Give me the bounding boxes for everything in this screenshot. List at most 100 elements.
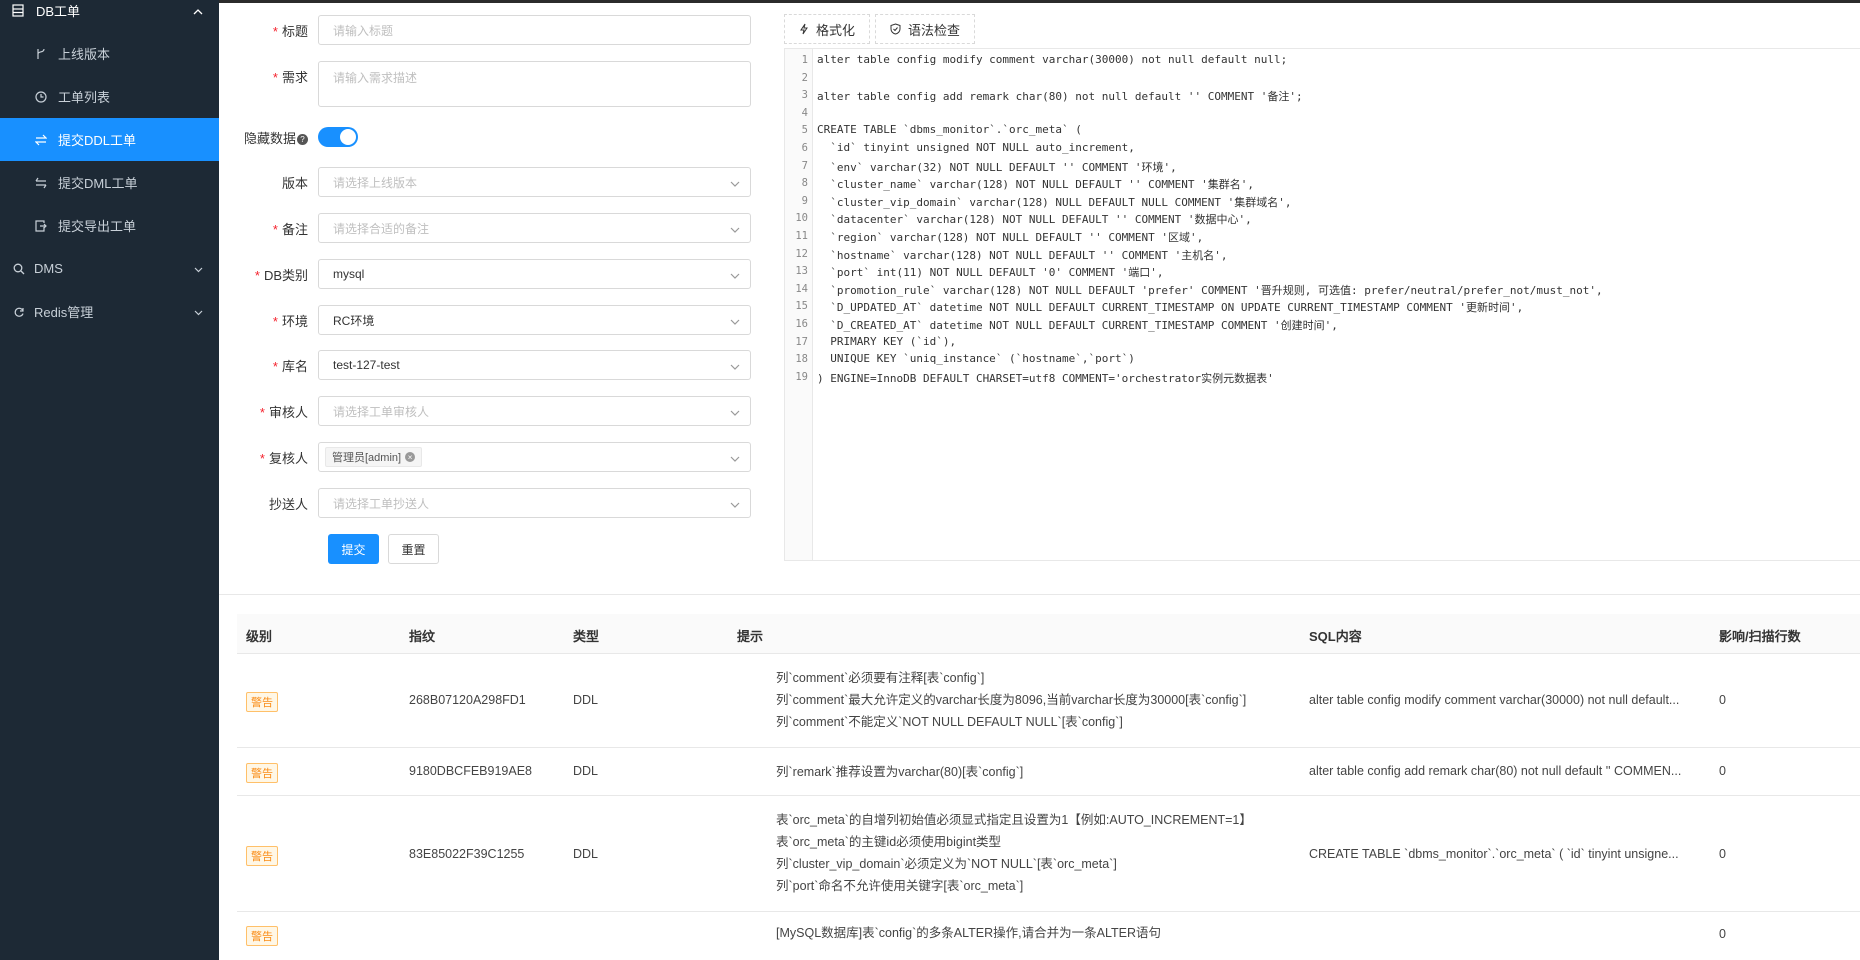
- chevron-down-icon: [730, 268, 740, 282]
- reviewer-select[interactable]: 管理员[admin] ×: [318, 442, 751, 472]
- form-row-cc: 抄送人 请选择工单抄送人: [220, 488, 751, 518]
- code-line: `datacenter` varchar(128) NOT NULL DEFAU…: [817, 213, 1252, 227]
- line-number: 10: [795, 212, 808, 225]
- sidebar-item-submit-export[interactable]: 提交导出工单: [0, 204, 219, 247]
- line-number: 3: [801, 89, 808, 102]
- sidebar-item-ticket-list[interactable]: 工单列表: [0, 75, 219, 118]
- tips-cell: 列`remark`推荐设置为varchar(80)[表`config`]: [776, 761, 1023, 783]
- placeholder-text: 请输入标题: [333, 23, 394, 38]
- sidebar-item-label: Redis管理: [34, 305, 94, 320]
- form-row-db-name: * 库名 test-127-test: [220, 350, 751, 380]
- line-number: 15: [795, 300, 808, 313]
- placeholder-text: 请选择工单抄送人: [333, 496, 430, 511]
- type-cell: DDL: [573, 764, 599, 778]
- chevron-down-icon: [730, 176, 740, 190]
- form-actions: 提交 重置: [328, 534, 439, 564]
- sidebar-item-submit-dml[interactable]: 提交DML工单: [0, 161, 219, 204]
- line-number: 14: [795, 282, 808, 295]
- code-line: `region` varchar(128) NOT NULL DEFAULT '…: [817, 231, 1204, 244]
- sql-editor[interactable]: 1 2 3 4 5 6 7 8 9 10 11 12 13 14 15 16 17 18 19 alter tabl…: [784, 48, 1860, 561]
- label-text: 库名: [281, 358, 308, 374]
- editor-toolbar: 格式化 语法检查: [784, 14, 980, 44]
- syntax-check-button[interactable]: 语法检查: [875, 14, 976, 44]
- level-cell: 警告: [246, 763, 278, 783]
- table-row[interactable]: 警告 9180DBCFEB919AE8 DDL 列`remark`推荐设置为va…: [237, 748, 1860, 796]
- form-label: * 需求: [272, 70, 308, 85]
- tip-line: 列`cluster_vip_domain`必须定义为`NOT NULL`[表`o…: [776, 857, 1117, 871]
- form-row-env: * 环境 RC环境: [220, 305, 751, 335]
- db-name-select[interactable]: test-127-test: [318, 350, 751, 380]
- reset-button[interactable]: 重置: [388, 534, 439, 564]
- title-input[interactable]: 请输入标题: [318, 15, 751, 45]
- form-row-title: * 标题 请输入标题: [220, 15, 751, 45]
- version-select[interactable]: 请选择上线版本: [318, 167, 751, 197]
- sidebar-item-redis[interactable]: Redis管理: [0, 290, 219, 333]
- code-line: `promotion_rule` varchar(128) NOT NULL D…: [817, 283, 1603, 297]
- search-icon: [12, 263, 26, 275]
- tag-text: 管理员[admin]: [332, 452, 402, 464]
- selected-value: mysql: [333, 267, 365, 281]
- hide-data-toggle[interactable]: [318, 127, 358, 147]
- sql-cell: alter table config modify comment varcha…: [1309, 693, 1680, 707]
- remark-select[interactable]: 请选择合适的备注: [318, 213, 751, 243]
- chevron-down-icon: [194, 304, 203, 319]
- label-text: 抄送人: [268, 496, 308, 512]
- code-line: `id` tinyint unsigned NOT NULL auto_incr…: [817, 141, 1135, 154]
- close-icon[interactable]: ×: [405, 452, 416, 462]
- level-cell: 警告: [246, 926, 278, 946]
- placeholder-text: 请选择合适的备注: [333, 221, 430, 236]
- tip-line: 列`remark`推荐设置为varchar(80)[表`config`]: [776, 765, 1024, 779]
- sidebar-item-label: 提交导出工单: [58, 219, 137, 234]
- tips-cell: 列`comment`必须要有注释[表`config`] 列`comment`最大…: [776, 667, 1246, 733]
- form-row-db-type: * DB类别 mysql: [220, 259, 751, 289]
- cc-select[interactable]: 请选择工单抄送人: [318, 488, 751, 518]
- demand-textarea[interactable]: 请输入需求描述: [318, 61, 751, 107]
- form-label: 版本: [220, 173, 318, 192]
- db-type-select[interactable]: mysql: [318, 259, 751, 289]
- column-header: 类型: [573, 629, 600, 644]
- form-label: 隐藏数据?: [220, 128, 318, 147]
- chevron-down-icon: [730, 222, 740, 236]
- line-number-gutter: 1 2 3 4 5 6 7 8 9 10 11 12 13 14 15 16 17 18 19: [785, 49, 813, 560]
- code-line: ) ENGINE=InnoDB DEFAULT CHARSET=utf8 COM…: [817, 371, 1274, 385]
- code-line: alter table config add remark char(80) n…: [817, 90, 1303, 104]
- line-number: 6: [801, 142, 808, 154]
- column-header: 影响/扫描行数: [1719, 629, 1801, 644]
- rows-cell: 0: [1719, 764, 1726, 778]
- line-number: 2: [801, 71, 808, 84]
- form-row-demand: * 需求 请输入需求描述: [220, 61, 751, 107]
- type-cell: DDL: [573, 847, 599, 861]
- code-line: CREATE TABLE `dbms_monitor`.`orc_meta` (: [817, 123, 1082, 137]
- table-row[interactable]: 警告 [MySQL数据库]表`config`的多条ALTER操作,请合并为一条A…: [237, 912, 1860, 960]
- sidebar-item-label: 提交DDL工单: [58, 133, 137, 148]
- code-line: `hostname` varchar(128) NOT NULL DEFAULT…: [817, 248, 1228, 262]
- sql-cell: CREATE TABLE `dbms_monitor`.`orc_meta` (…: [1309, 847, 1679, 861]
- fingerprint-cell: 83E85022F39C1255: [409, 847, 525, 861]
- tip-line: 表`orc_meta`的主键id必须使用bigint类型: [776, 835, 1002, 849]
- label-text: 标题: [281, 23, 308, 39]
- line-number: 5: [801, 124, 808, 137]
- table-row[interactable]: 警告 268B07120A298FD1 DDL 列`comment`必须要有注释…: [237, 654, 1860, 748]
- sidebar-item-release-version[interactable]: 上线版本: [0, 32, 219, 75]
- reviewer-tag: 管理员[admin] ×: [325, 447, 423, 467]
- code-line: `env` varchar(32) NOT NULL DEFAULT '' CO…: [817, 160, 1177, 174]
- form-label: * 库名: [272, 358, 308, 374]
- chevron-down-icon: [730, 497, 740, 511]
- sidebar-group-db-ticket[interactable]: DB工单: [0, 0, 219, 20]
- rows-cell: 0: [1719, 693, 1726, 707]
- auditor-select[interactable]: 请选择工单审核人: [318, 396, 751, 426]
- chevron-down-icon: [194, 261, 203, 276]
- code-line: `port` int(11) NOT NULL DEFAULT '0' COMM…: [817, 266, 1164, 280]
- sidebar-item-label: 提交DML工单: [58, 176, 138, 191]
- env-select[interactable]: RC环境: [318, 305, 751, 335]
- line-number: 16: [795, 318, 808, 330]
- line-number: 8: [801, 177, 808, 190]
- table-row[interactable]: 警告 83E85022F39C1255 DDL 表`orc_meta`的自增列初…: [237, 796, 1860, 912]
- question-icon[interactable]: ?: [297, 133, 308, 145]
- submit-button[interactable]: 提交: [328, 534, 379, 564]
- format-button[interactable]: 格式化: [784, 14, 871, 44]
- top-border: [219, 0, 1860, 3]
- sql-cell: alter table config add remark char(80) n…: [1309, 764, 1682, 778]
- sidebar-item-submit-ddl[interactable]: 提交DDL工单: [0, 118, 219, 161]
- sidebar-item-dms[interactable]: DMS: [0, 247, 219, 290]
